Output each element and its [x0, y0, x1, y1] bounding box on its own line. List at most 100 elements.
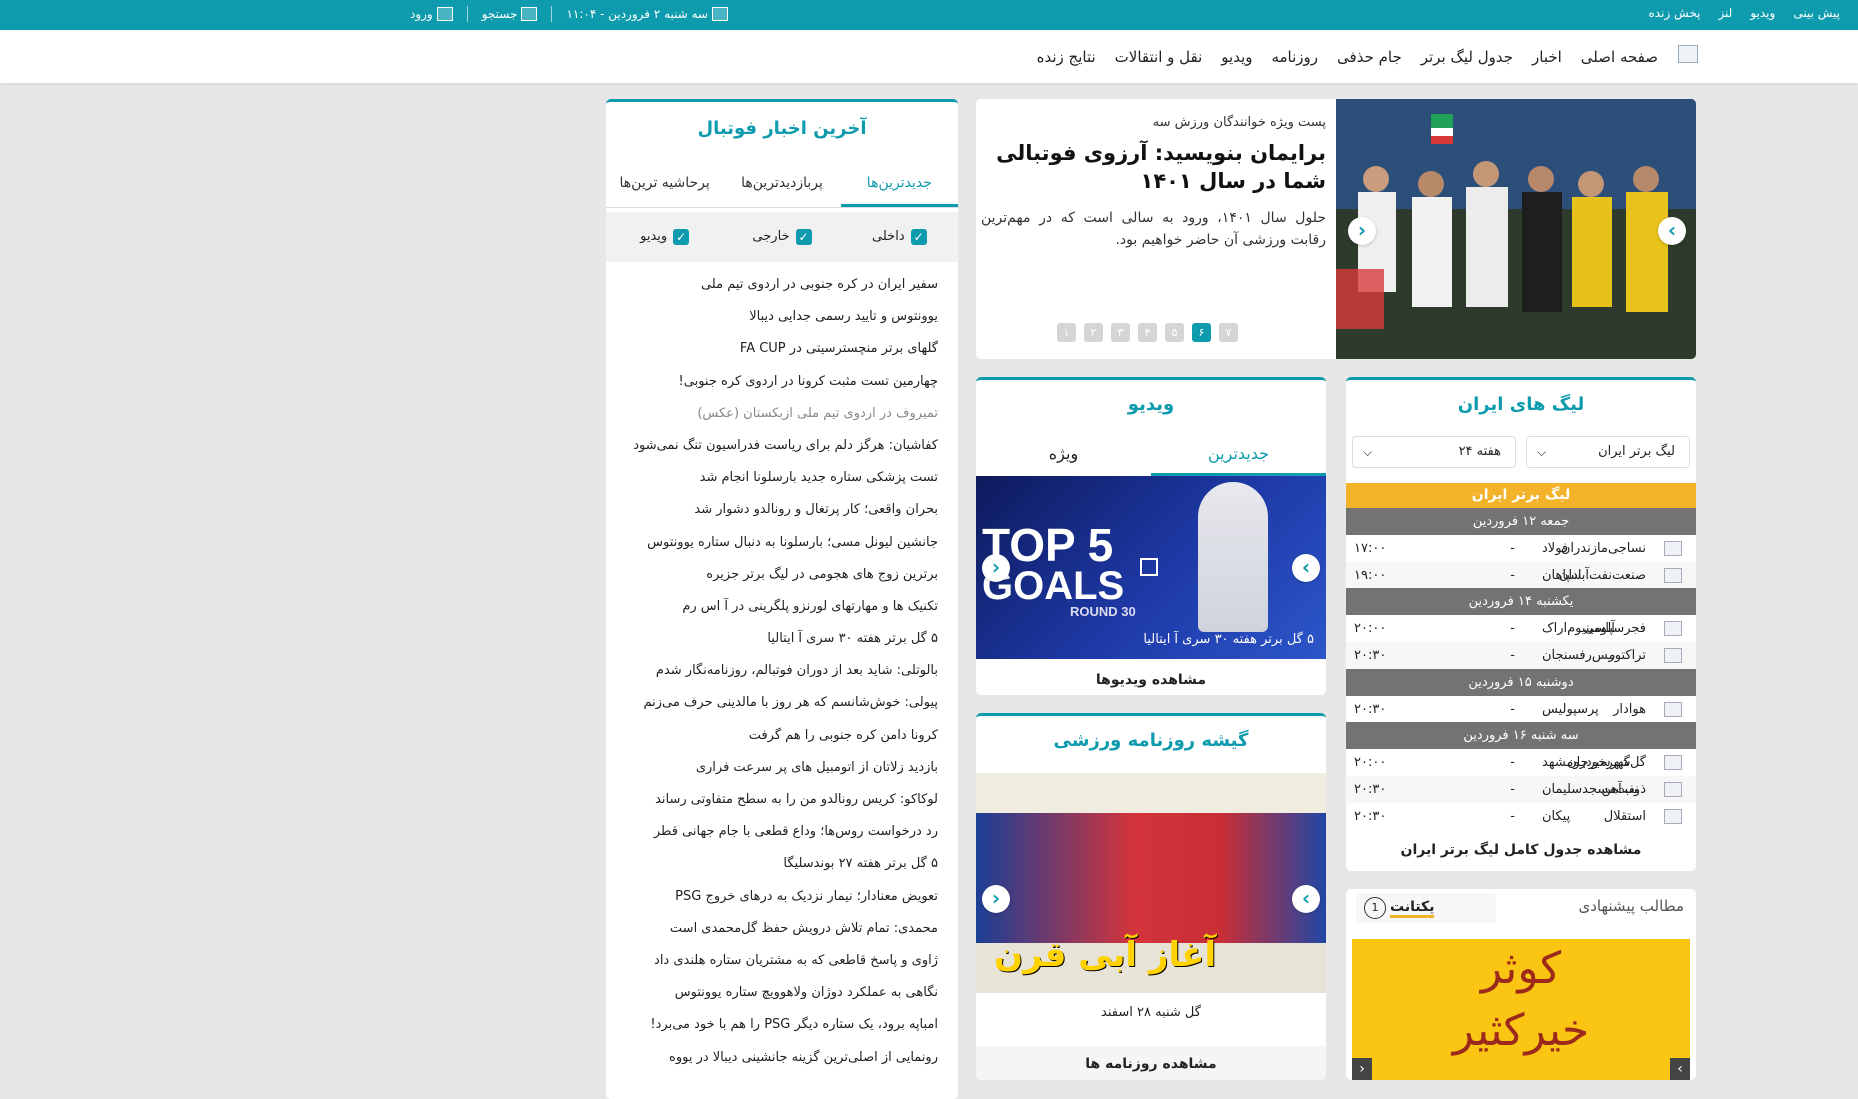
- news-item[interactable]: کرونا دامن کره جنوبی را هم گرفت: [633, 720, 938, 752]
- top-bar-tools: سه شنبه ۲ فروردین - ۱۱:۰۴ جستجو ورود: [410, 6, 729, 22]
- news-item[interactable]: بازدید زلاتان از اتومبیل های پر سرعت فرا…: [633, 752, 938, 784]
- hero-prev-button[interactable]: ‹: [1348, 217, 1376, 245]
- match-row[interactable]: نساجی‌مازندران - فولاد ۱۷:۰۰: [1346, 535, 1696, 562]
- team-logo-icon: [1664, 568, 1682, 583]
- match-row[interactable]: گل‌گهرسیرجان - شهرخودرومشهد ۲۰:۰۰: [1346, 749, 1696, 776]
- video-next-button[interactable]: ›: [1292, 554, 1320, 582]
- news-item[interactable]: ژاوی و پاسخ قاطعی که به مشتریان ستاره هل…: [633, 945, 938, 977]
- video-tabs: جدیدترین ویژه: [976, 432, 1326, 476]
- player-figure: [1198, 482, 1268, 632]
- nav-item-video[interactable]: ویدیو: [1221, 48, 1252, 66]
- yektanet-badge[interactable]: یکتانت 1: [1356, 893, 1496, 923]
- news-item[interactable]: بالوتلی: شاید بعد از دوران فوتبالم، روزن…: [633, 655, 938, 687]
- nav-item-home[interactable]: صفحه اصلی: [1581, 48, 1658, 66]
- news-item[interactable]: امباپه برود، یک ستاره دیگر PSG را هم با …: [633, 1009, 938, 1041]
- ad-banner[interactable]: کوثر خیرکثیر ‹ ›: [1352, 939, 1690, 1080]
- away-team: مس‌رفسنجان: [1542, 648, 1616, 663]
- match-row[interactable]: فجرسپاسی - آلومینیوم‌اراک ۲۰:۰۰: [1346, 615, 1696, 642]
- newspaper-panel-title: گیشه روزنامه ورزشی: [1053, 730, 1249, 751]
- newspaper-next-button[interactable]: ›: [1292, 885, 1320, 913]
- filter-label: ویدیو: [640, 229, 668, 244]
- full-table-link[interactable]: مشاهده جدول کامل لیگ برتر ایران: [1346, 842, 1696, 858]
- league-select[interactable]: لیگ برتر ایران ⌵: [1526, 436, 1690, 468]
- video-thumbnail[interactable]: TOP 5 GOALS ROUND 30 › ‹ ۵ گل برتر هفته …: [976, 476, 1326, 659]
- nav-item-newspaper[interactable]: روزنامه: [1271, 48, 1318, 66]
- site-logo[interactable]: [1678, 45, 1698, 63]
- nav-item-cup[interactable]: جام حذفی: [1337, 48, 1402, 66]
- newspaper-prev-button[interactable]: ‹: [982, 885, 1010, 913]
- nav-item-news[interactable]: اخبار: [1532, 48, 1562, 66]
- latest-news-panel: آخرین اخبار فوتبال جدیدترین‌ها پربازدیدت…: [606, 99, 958, 1099]
- news-item[interactable]: لوکاکو: کریس رونالدو من را به سطح متفاوت…: [633, 784, 938, 816]
- news-item[interactable]: ۵ گل برتر هفته ۲۷ بوندسلیگا: [633, 848, 938, 880]
- match-row[interactable]: استقلال - پیکان ۲۰:۳۰: [1346, 803, 1696, 830]
- match-row[interactable]: هوادار - پرسپولیس ۲۰:۳۰: [1346, 696, 1696, 723]
- filter-video[interactable]: ✓ ویدیو: [606, 212, 723, 262]
- hero-page-1[interactable]: ۱: [1057, 323, 1076, 342]
- play-icon[interactable]: [1140, 558, 1158, 576]
- search-button[interactable]: جستجو: [482, 7, 538, 22]
- top-link-live[interactable]: پخش زنده: [1649, 6, 1701, 20]
- hero-page-7[interactable]: ۷: [1219, 323, 1238, 342]
- match-row[interactable]: تراکتور - مس‌رفسنجان ۲۰:۳۰: [1346, 642, 1696, 669]
- top-link-video[interactable]: ویدیو: [1750, 6, 1775, 20]
- hero-page-6[interactable]: ۶: [1192, 323, 1211, 342]
- news-item[interactable]: محمدی: تمام تلاش درویش حفظ گل‌محمدی است: [633, 913, 938, 945]
- match-time: ۲۰:۳۰: [1354, 648, 1387, 663]
- match-time: ۲۰:۳۰: [1354, 702, 1387, 717]
- team-logo-icon: [1664, 648, 1682, 663]
- hero-page-5[interactable]: ۵: [1165, 323, 1184, 342]
- login-button[interactable]: ورود: [410, 7, 453, 22]
- filter-foreign[interactable]: ✓ خارجی: [723, 212, 840, 262]
- news-item[interactable]: تست پزشکی ستاره جدید بارسلونا انجام شد: [633, 462, 938, 494]
- hero-page-3[interactable]: ۳: [1111, 323, 1130, 342]
- away-team: فولاد: [1542, 541, 1569, 556]
- newspaper-more-link[interactable]: مشاهده روزنامه ها: [976, 1056, 1326, 1072]
- hero-title[interactable]: برایمان بنویسید: آرزوی فوتبالی شما در سا…: [981, 139, 1326, 195]
- match-time: ۱۷:۰۰: [1354, 541, 1387, 556]
- hero-page-4[interactable]: ۴: [1138, 323, 1157, 342]
- news-item[interactable]: تمیروف در اردوی تیم ملی ازبکستان (عکس): [633, 398, 938, 430]
- hero-image[interactable]: [1336, 99, 1696, 359]
- news-item[interactable]: تکنیک ها و مهارتهای لورنزو پلگرینی در آ …: [633, 591, 938, 623]
- news-item[interactable]: تعویض معنادار؛ نیمار نزدیک به درهای خروج…: [633, 881, 938, 913]
- week-select[interactable]: هفته ۲۴ ⌵: [1352, 436, 1516, 468]
- tab-video-newest[interactable]: جدیدترین: [1151, 432, 1326, 476]
- filter-domestic[interactable]: ✓ داخلی: [841, 212, 958, 262]
- nav-item-transfers[interactable]: نقل و انتقالات: [1115, 48, 1203, 66]
- news-item[interactable]: چهارمین تست مثبت کرونا در اردوی کره جنوب…: [633, 366, 938, 398]
- home-team: استقلال: [1603, 809, 1646, 824]
- top-link-prediction[interactable]: پیش بینی: [1793, 6, 1840, 20]
- news-item[interactable]: گلهای برتر منچسترسیتی در FA CUP: [633, 333, 938, 365]
- ad-prev-arrow[interactable]: ‹: [1352, 1058, 1372, 1080]
- news-item[interactable]: ۵ گل برتر هفته ۳۰ سری آ ایتالیا: [633, 623, 938, 655]
- vs-dash: -: [1510, 541, 1515, 556]
- news-item[interactable]: سفیر ایران در کره جنوبی در اردوی تیم ملی: [633, 269, 938, 301]
- tab-video-special[interactable]: ویژه: [976, 432, 1151, 476]
- nav-item-live-results[interactable]: نتایج زنده: [1037, 48, 1096, 66]
- hero-page-2[interactable]: ۲: [1084, 323, 1103, 342]
- newspaper-photo: [976, 813, 1326, 943]
- search-label: جستجو: [481, 6, 518, 21]
- tab-most-controversial[interactable]: پرحاشیه ترین‌ها: [606, 158, 723, 207]
- newspaper-cover[interactable]: آغاز آبی قرن › ‹: [976, 773, 1326, 993]
- news-item[interactable]: یوونتوس و تایید رسمی جدایی دیبالا: [633, 301, 938, 333]
- news-item[interactable]: پیولی: خوش‌شانسم که هر روز با مالدینی حر…: [633, 687, 938, 719]
- news-item[interactable]: بحران واقعی؛ کار پرتغال و رونالدو دشوار …: [633, 494, 938, 526]
- tab-most-viewed[interactable]: پربازدیدترین‌ها: [723, 158, 840, 207]
- top-link-lens[interactable]: لنز: [1718, 6, 1732, 20]
- news-item[interactable]: نگاهی به عملکرد دوژان ولاهوویچ ستاره یوو…: [633, 977, 938, 1009]
- ad-next-arrow[interactable]: ›: [1670, 1058, 1690, 1080]
- hero-next-button[interactable]: ›: [1658, 217, 1686, 245]
- video-more-link[interactable]: مشاهده ویدیوها: [976, 672, 1326, 688]
- video-prev-button[interactable]: ‹: [982, 554, 1010, 582]
- tab-newest[interactable]: جدیدترین‌ها: [840, 158, 958, 207]
- news-item[interactable]: رونمایی از اصلی‌ترین گزینه جانشینی دیبال…: [633, 1042, 938, 1074]
- news-item[interactable]: برترین زوج های هجومی در لیگ برتر جزیره: [633, 559, 938, 591]
- news-item[interactable]: رد درخواست روس‌ها؛ وداع قطعی با جام جهان…: [633, 816, 938, 848]
- news-item[interactable]: کفاشیان: هرگز دلم برای ریاست فدراسیون تن…: [633, 430, 938, 462]
- news-item[interactable]: جانشین لیونل مسی؛ بارسلونا به دنبال ستار…: [633, 527, 938, 559]
- match-row[interactable]: صنعت‌نفت‌آبادان - سپاهان ۱۹:۰۰: [1346, 562, 1696, 589]
- nav-item-league-table[interactable]: جدول لیگ برتر: [1421, 48, 1513, 66]
- match-row[interactable]: ذوب‌آهن - نفت‌مسجدسلیمان ۲۰:۳۰: [1346, 776, 1696, 803]
